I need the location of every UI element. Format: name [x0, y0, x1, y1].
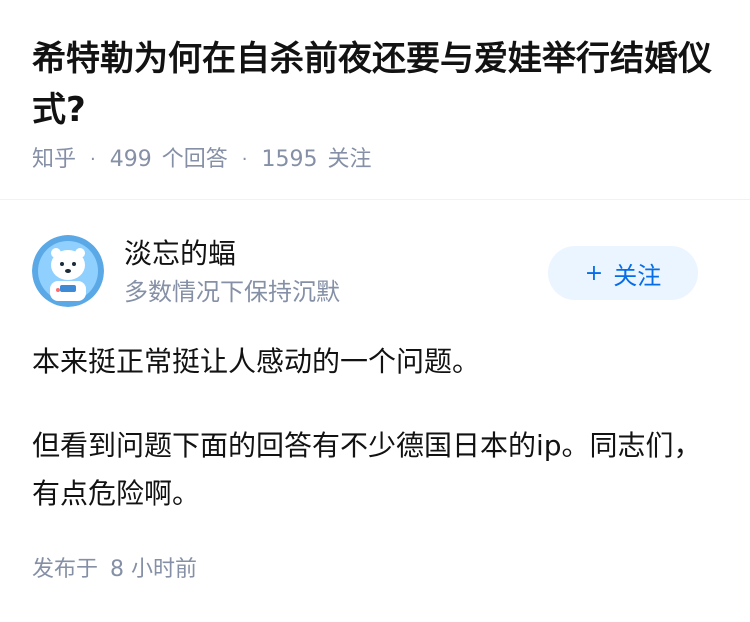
separator-dot: · [241, 149, 248, 170]
separator-dot: · [90, 149, 96, 170]
answer-count: 499 [109, 147, 152, 172]
divider [0, 199, 750, 200]
follow-button-label: 关注 [613, 261, 662, 290]
answer-content: 本来挺正常挺让人感动的一个问题。 但看到问题下面的回答有不少德国日本的ip。同志… [32, 338, 722, 554]
follower-count: 1595 [261, 147, 318, 172]
polar-bear-astronaut-icon [32, 235, 104, 307]
follow-button[interactable]: + 关注 [548, 246, 698, 300]
answer-unit[interactable]: 个回答 [162, 146, 228, 174]
follower-unit: 关注 [327, 147, 372, 172]
question-title[interactable]: 希特勒为何在自杀前夜还要与爱娃举行结婚仪式? [32, 34, 732, 136]
author-bio: 多数情况下保持沉默 [124, 278, 340, 306]
avatar[interactable] [32, 235, 104, 307]
plus-icon: + [584, 260, 604, 286]
source-label: 知乎 [32, 147, 77, 172]
answer-paragraph: 本来挺正常挺让人感动的一个问题。 [32, 345, 481, 378]
post-time-prefix: 发布于 [32, 557, 99, 582]
question-meta: 知乎 · 499 个回答 · 1595 关注 [32, 146, 372, 174]
author-name[interactable]: 淡忘的蝠 [124, 236, 236, 272]
post-time: 发布于 8 小时前 [32, 554, 197, 586]
answer-paragraph: 但看到问题下面的回答有不少德国日本的ip。同志们，有点危险啊。 [32, 429, 702, 510]
post-time-value: 8 小时前 [110, 557, 198, 582]
answer-page: 希特勒为何在自杀前夜还要与爱娃举行结婚仪式? 知乎 · 499 个回答 · 15… [0, 0, 750, 622]
